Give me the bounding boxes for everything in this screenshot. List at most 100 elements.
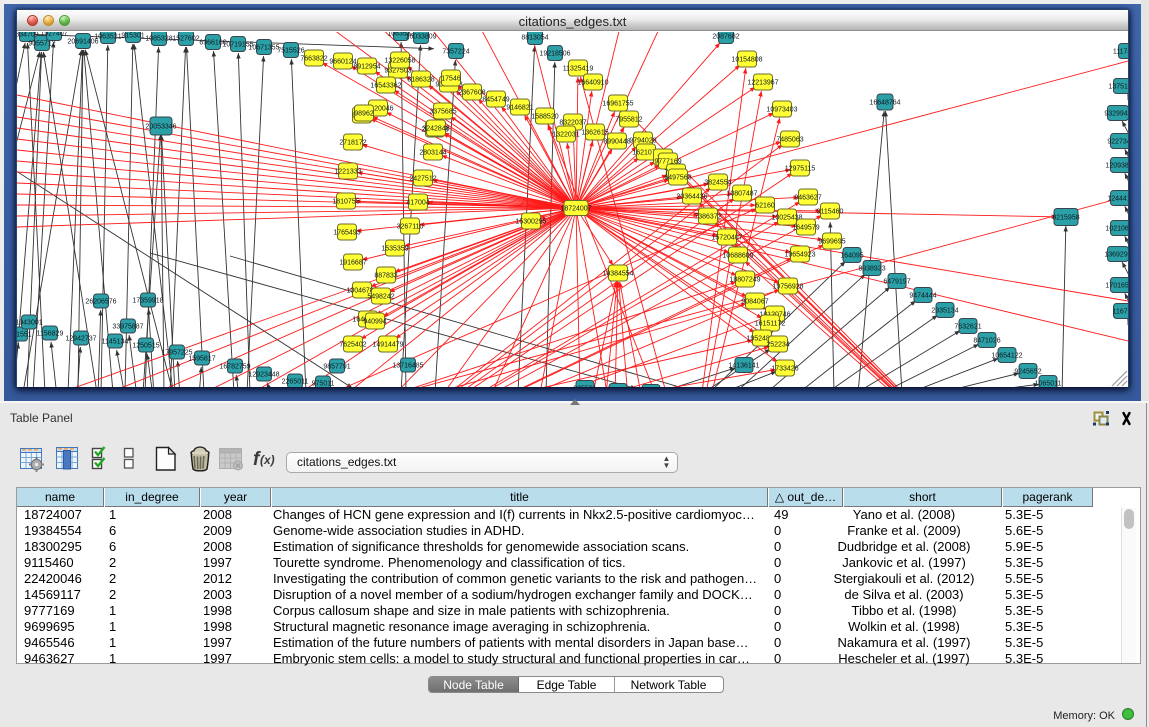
svg-text:9084067: 9084067 bbox=[741, 299, 768, 306]
svg-text:2935134: 2935134 bbox=[931, 308, 958, 315]
svg-text:1156829: 1156829 bbox=[37, 331, 64, 338]
svg-text:10210643: 10210643 bbox=[1105, 226, 1128, 233]
svg-text:8813054: 8813054 bbox=[521, 35, 548, 42]
svg-text:9115460: 9115460 bbox=[817, 209, 844, 216]
svg-text:12923448: 12923448 bbox=[248, 372, 279, 379]
svg-text:7663822: 7663822 bbox=[300, 56, 327, 63]
svg-text:1588520: 1588520 bbox=[531, 114, 558, 121]
svg-text:1916687: 1916687 bbox=[339, 260, 366, 267]
svg-text:9699695: 9699695 bbox=[818, 239, 845, 246]
svg-text:9227343: 9227343 bbox=[1107, 139, 1128, 146]
svg-text:8990448: 8990448 bbox=[603, 139, 630, 146]
svg-text:915301: 915301 bbox=[121, 33, 144, 40]
svg-text:887833: 887833 bbox=[374, 273, 397, 280]
svg-text:14136141: 14136141 bbox=[728, 363, 759, 370]
svg-text:19756928: 19756928 bbox=[772, 284, 803, 291]
svg-text:9463627: 9463627 bbox=[794, 195, 821, 202]
svg-text:16640910: 16640910 bbox=[577, 80, 608, 87]
svg-text:1063521: 1063521 bbox=[94, 34, 121, 41]
svg-text:1535359: 1535359 bbox=[381, 246, 408, 253]
svg-text:252234: 252234 bbox=[766, 342, 789, 349]
svg-text:8322037: 8322037 bbox=[559, 120, 586, 127]
svg-text:1595817: 1595817 bbox=[188, 356, 215, 363]
svg-text:3267110: 3267110 bbox=[397, 224, 424, 231]
svg-text:1250515: 1250515 bbox=[132, 343, 159, 350]
svg-text:16543362: 16543362 bbox=[370, 83, 401, 90]
svg-text:7386372: 7386372 bbox=[694, 214, 721, 221]
svg-text:5498242: 5498242 bbox=[367, 294, 394, 301]
svg-text:19218506: 19218506 bbox=[539, 51, 570, 58]
svg-text:10671355: 10671355 bbox=[248, 45, 279, 52]
svg-text:12093872: 12093872 bbox=[1105, 163, 1128, 170]
svg-text:2367608: 2367608 bbox=[458, 90, 485, 97]
svg-text:11325419: 11325419 bbox=[563, 66, 594, 73]
svg-text:17359918: 17359918 bbox=[132, 298, 163, 305]
svg-text:116753: 116753 bbox=[1113, 309, 1128, 316]
svg-text:12942737: 12942737 bbox=[65, 336, 96, 343]
svg-text:3375685: 3375685 bbox=[429, 109, 456, 116]
svg-text:8454749: 8454749 bbox=[482, 97, 509, 104]
svg-text:6497568: 6497568 bbox=[664, 175, 691, 182]
svg-text:1221333: 1221333 bbox=[334, 169, 361, 176]
svg-text:1943001: 1943001 bbox=[17, 320, 43, 327]
svg-text:7632621: 7632621 bbox=[954, 324, 981, 331]
svg-text:1810755: 1810755 bbox=[332, 199, 359, 206]
svg-text:8938923: 8938923 bbox=[858, 266, 885, 273]
svg-text:7515526: 7515526 bbox=[277, 48, 304, 55]
svg-text:8471026: 8471026 bbox=[973, 338, 1000, 345]
svg-text:10688609: 10688609 bbox=[722, 253, 753, 260]
svg-text:9794028: 9794028 bbox=[629, 138, 656, 145]
svg-text:2427512: 2427512 bbox=[409, 176, 436, 183]
svg-text:33975887: 33975887 bbox=[112, 324, 143, 331]
svg-text:8186328: 8186328 bbox=[407, 77, 434, 84]
svg-text:9329946: 9329946 bbox=[1104, 111, 1128, 118]
svg-text:1362615: 1362615 bbox=[581, 130, 608, 137]
svg-text:8912954: 8912954 bbox=[353, 64, 380, 71]
svg-text:1765493: 1765493 bbox=[333, 230, 360, 237]
svg-text:2718172: 2718172 bbox=[339, 140, 366, 147]
svg-text:20053346: 20053346 bbox=[145, 124, 176, 131]
svg-text:1065011: 1065011 bbox=[1035, 381, 1062, 388]
svg-text:164095: 164095 bbox=[840, 253, 863, 260]
svg-text:1927407: 1927407 bbox=[40, 32, 67, 38]
svg-text:16961755: 16961755 bbox=[602, 101, 633, 108]
svg-text:3824554: 3824554 bbox=[704, 180, 731, 187]
svg-text:15720407: 15720407 bbox=[711, 235, 742, 242]
svg-text:1145134: 1145134 bbox=[102, 339, 129, 346]
svg-text:12975115: 12975115 bbox=[785, 166, 816, 173]
svg-text:12213967: 12213967 bbox=[747, 80, 778, 87]
svg-text:17546: 17546 bbox=[441, 76, 461, 83]
svg-text:(x): (x) bbox=[260, 453, 275, 467]
svg-text:9245652: 9245652 bbox=[1014, 369, 1041, 376]
svg-text:98962: 98962 bbox=[354, 111, 374, 118]
svg-text:19654923: 19654923 bbox=[784, 252, 815, 259]
svg-text:940994: 940994 bbox=[363, 319, 386, 326]
svg-text:1649579: 1649579 bbox=[792, 225, 819, 232]
svg-text:13226058: 13226058 bbox=[384, 58, 415, 65]
svg-text:10654122: 10654122 bbox=[991, 353, 1022, 360]
svg-text:13716485: 13716485 bbox=[392, 363, 423, 370]
svg-text:9327503: 9327503 bbox=[384, 68, 411, 75]
svg-text:10154808: 10154808 bbox=[731, 57, 762, 64]
svg-text:3242848: 3242848 bbox=[422, 126, 449, 133]
svg-text:2265011: 2265011 bbox=[282, 379, 309, 386]
svg-text:417004: 417004 bbox=[406, 200, 429, 207]
svg-text:16151172: 16151172 bbox=[755, 321, 786, 328]
svg-text:975011: 975011 bbox=[312, 381, 335, 388]
svg-text:14914479: 14914479 bbox=[372, 342, 403, 349]
svg-text:9146821: 9146821 bbox=[506, 105, 533, 112]
svg-text:10807487: 10807487 bbox=[726, 191, 757, 198]
svg-text:16648764: 16648764 bbox=[869, 100, 900, 107]
svg-text:19384554: 19384554 bbox=[602, 271, 633, 278]
svg-text:7485063: 7485063 bbox=[776, 137, 803, 144]
svg-text:905501: 905501 bbox=[573, 386, 596, 388]
svg-text:1369297: 1369297 bbox=[1104, 252, 1128, 259]
svg-text:6479197: 6479197 bbox=[883, 279, 910, 286]
svg-text:1733426: 1733426 bbox=[771, 366, 798, 373]
svg-text:9474444: 9474444 bbox=[909, 293, 936, 300]
svg-text:9055712: 9055712 bbox=[28, 41, 55, 48]
svg-text:7955812: 7955812 bbox=[615, 117, 642, 124]
svg-text:17016514: 17016514 bbox=[1105, 283, 1128, 290]
svg-text:7625402: 7625402 bbox=[339, 342, 366, 349]
svg-text:62160: 62160 bbox=[755, 203, 775, 210]
